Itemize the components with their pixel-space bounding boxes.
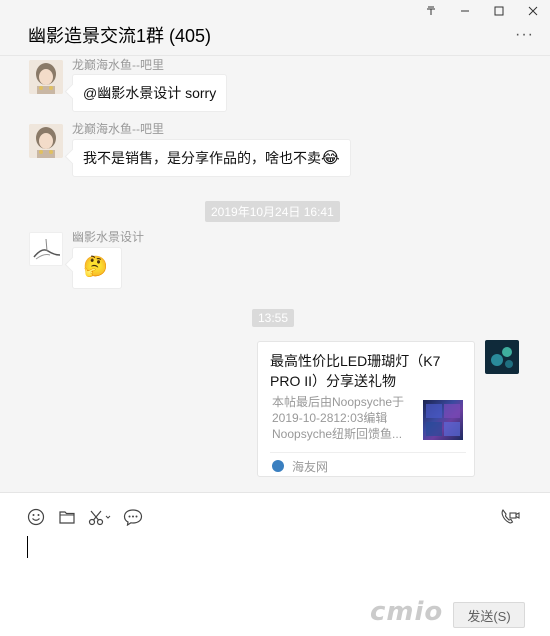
laughing-emoji-icon: 😂 [321, 150, 340, 167]
message-composer[interactable]: cmio 发送(S) [0, 492, 550, 636]
message-bubble[interactable]: 我不是销售，是分享作品的，啥也不卖😂 [72, 139, 351, 177]
emoji-message-bubble[interactable]: 🤔 [72, 247, 122, 289]
avatar[interactable] [485, 340, 519, 374]
thinking-emoji-icon: 🤔 [83, 256, 108, 278]
chat-title: 幽影造景交流1群 (405) [28, 26, 212, 46]
card-title: 最高性价比LED珊瑚灯（K7 PRO II）分享送礼物 [270, 353, 441, 389]
sender-name: 幽影水景设计 [72, 230, 145, 244]
card-description: 本帖最后由Noopsyche于 2019-10-2812:03编辑 Noopsy… [272, 394, 418, 442]
card-divider [270, 452, 466, 453]
close-icon[interactable] [516, 0, 550, 22]
sender-name: 龙巅海水鱼--吧里 [72, 58, 164, 72]
card-description-line: Noopsyche纽斯回馈鱼... [272, 427, 403, 441]
timestamp: 13:55 [252, 309, 295, 327]
video-call-icon[interactable] [500, 507, 520, 527]
text-caret[interactable] [27, 536, 28, 558]
chat-messages[interactable]: 龙巅海水鱼--吧里 @幽影水景设计 sorry 龙巅海水鱼--吧里 我不是销售，… [0, 56, 550, 492]
scissors-icon[interactable] [87, 507, 113, 527]
window-controls [414, 0, 550, 22]
avatar[interactable] [29, 60, 63, 94]
card-source: 海友网 [292, 460, 329, 474]
card-thumbnail [423, 400, 463, 440]
folder-icon[interactable] [57, 507, 77, 527]
maximize-icon[interactable] [482, 0, 516, 22]
message-bubble[interactable]: @幽影水景设计 sorry [72, 74, 228, 112]
more-options-button[interactable]: ··· [515, 26, 534, 44]
minimize-icon[interactable] [448, 0, 482, 22]
sender-name: 龙巅海水鱼--吧里 [72, 122, 164, 136]
card-description-line: 2019-10-2812:03编辑 [272, 411, 388, 425]
shared-link-card[interactable]: 最高性价比LED珊瑚灯（K7 PRO II）分享送礼物 本帖最后由Noopsyc… [257, 341, 475, 477]
title-bar: 幽影造景交流1群 (405) ··· [0, 0, 550, 56]
card-description-line: 本帖最后由Noopsyche于 [272, 395, 405, 409]
watermark: cmio [370, 597, 444, 627]
emoji-icon[interactable] [26, 507, 46, 527]
chat-icon[interactable] [123, 507, 143, 527]
timestamp: 2019年10月24日 16:41 [205, 201, 340, 222]
send-button[interactable]: 发送(S) [453, 602, 525, 628]
source-logo-icon [272, 460, 284, 472]
avatar[interactable] [29, 124, 63, 158]
avatar[interactable] [29, 232, 63, 266]
pin-icon[interactable] [414, 0, 448, 22]
message-text: 我不是销售，是分享作品的，啥也不卖 [83, 150, 321, 166]
